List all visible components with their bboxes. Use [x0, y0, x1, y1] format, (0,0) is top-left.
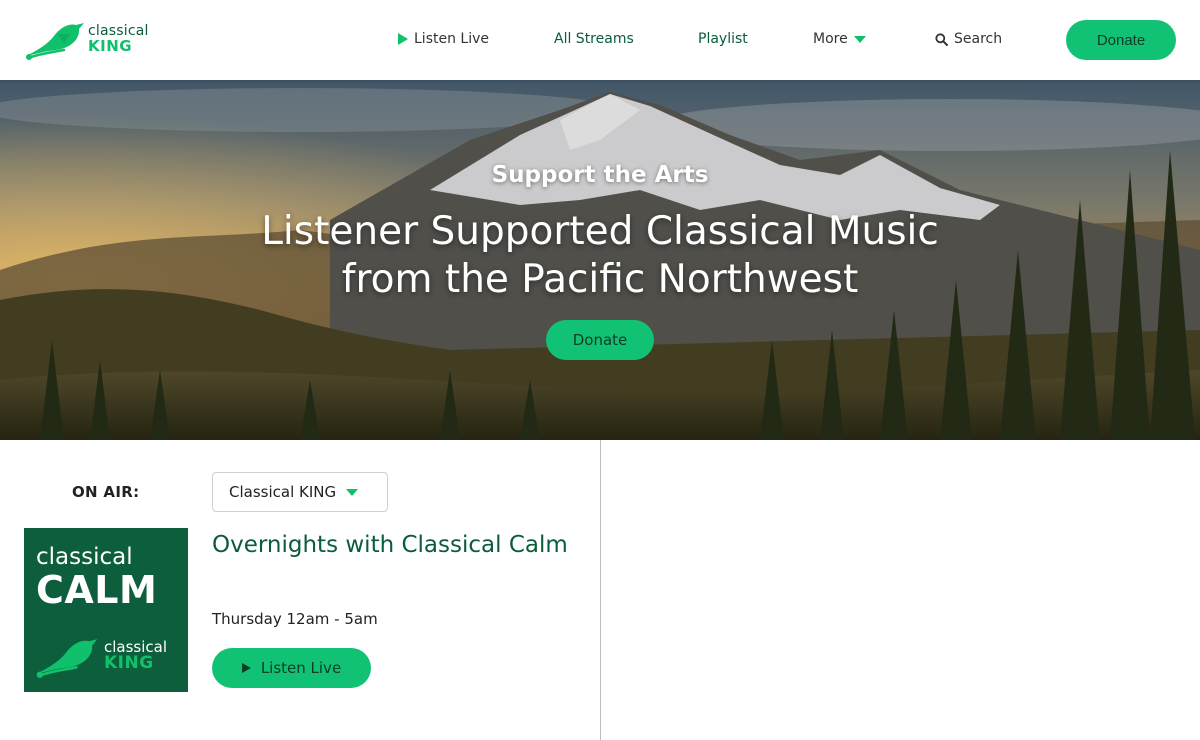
on-air-label: ON AIR: — [72, 483, 140, 501]
nav-search[interactable]: Search — [935, 31, 1002, 47]
nav-more-dropdown[interactable]: More — [813, 31, 866, 47]
logo-text-king: KING — [88, 37, 133, 55]
caret-down-icon — [346, 488, 359, 496]
nav-playlist[interactable]: Playlist — [698, 31, 748, 47]
station-select-value: Classical KING — [229, 483, 337, 501]
station-select[interactable]: Classical KING — [212, 472, 388, 512]
donate-button-header[interactable]: Donate — [1066, 20, 1176, 60]
caret-down-icon — [853, 35, 866, 43]
nav-playlist-label: Playlist — [698, 31, 748, 47]
donate-button-hero[interactable]: Donate — [546, 320, 654, 360]
artwork-brand-king: KING — [104, 653, 154, 673]
show-schedule: Thursday 12am - 5am — [212, 610, 378, 628]
show-artwork: classical CALM classical KING — [24, 528, 188, 692]
nav-search-label: Search — [954, 31, 1003, 47]
nav-more-label: More — [813, 31, 848, 47]
listen-live-button[interactable]: Listen Live — [212, 648, 371, 688]
nav-listen-live[interactable]: Listen Live — [398, 31, 489, 47]
nav-listen-live-label: Listen Live — [414, 31, 489, 47]
bird-logo-icon — [36, 639, 98, 678]
hero-title: Listener Supported Classical Music from … — [261, 209, 939, 302]
show-title[interactable]: Overnights with Classical Calm — [212, 529, 572, 561]
bird-logo-icon — [26, 23, 84, 60]
hero-kicker: Support the Arts — [491, 162, 709, 188]
play-icon — [241, 663, 251, 673]
hero-banner: Support the Arts Listener Supported Clas… — [0, 80, 1200, 440]
nav-all-streams-label: All Streams — [554, 31, 634, 47]
search-icon — [935, 32, 948, 46]
site-header: classical KING Listen Live All Streams P… — [0, 0, 1200, 80]
site-logo[interactable]: classical KING — [24, 20, 164, 62]
artwork-text-classical: classical — [36, 544, 133, 570]
section-divider — [600, 440, 601, 740]
listen-live-button-label: Listen Live — [260, 659, 342, 677]
nav-all-streams[interactable]: All Streams — [554, 31, 634, 47]
artwork-text-calm: CALM — [36, 568, 158, 612]
play-icon — [398, 33, 408, 45]
